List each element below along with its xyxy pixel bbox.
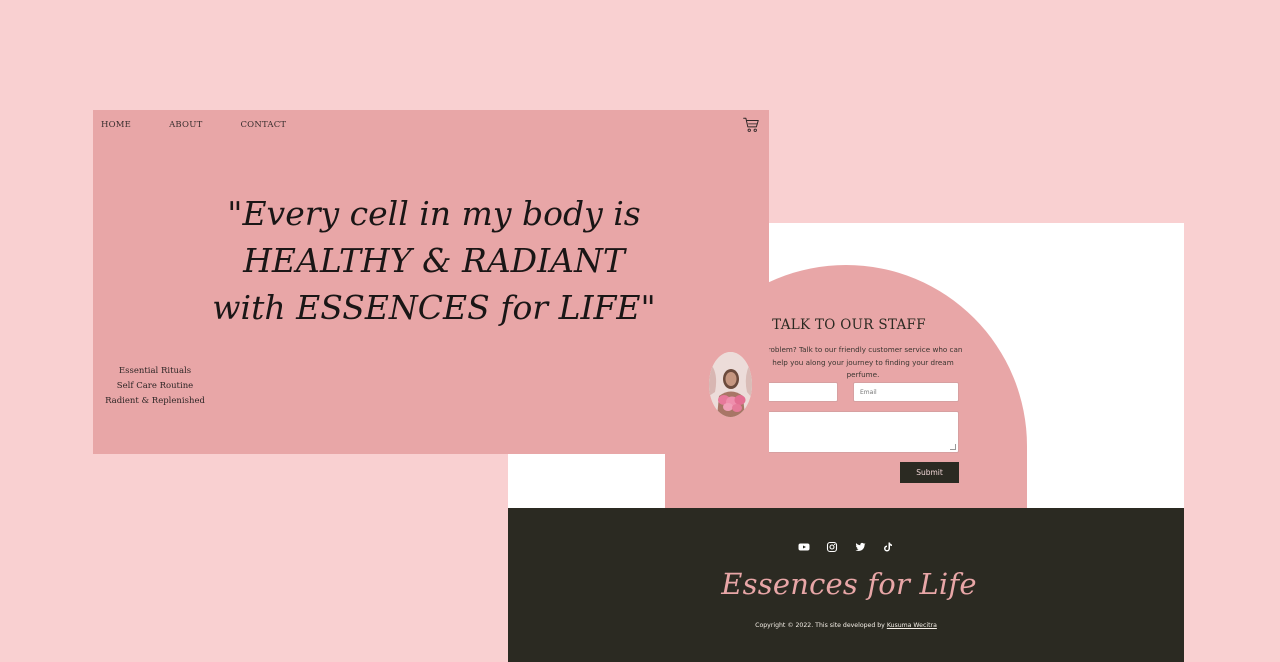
email-field[interactable] bbox=[853, 382, 959, 402]
ritual-item: Essential Rituals bbox=[118, 366, 192, 376]
instagram-icon[interactable] bbox=[826, 541, 838, 553]
youtube-icon[interactable] bbox=[798, 541, 810, 553]
cart-icon[interactable] bbox=[742, 116, 761, 134]
message-field[interactable] bbox=[766, 411, 959, 453]
twitter-icon[interactable] bbox=[854, 541, 866, 553]
developer-link[interactable]: Kusuma Wecitra bbox=[887, 622, 937, 629]
social-links bbox=[798, 540, 894, 554]
contact-description: Problem? Talk to our friendly customer s… bbox=[763, 345, 963, 379]
hero-quote: "Every cell in my body is HEALTHY & RADI… bbox=[93, 190, 769, 331]
ritual-item: Self Care Routine bbox=[116, 381, 194, 391]
hero-quote-line: with ESSENCES for LIFE" bbox=[212, 288, 656, 327]
nav-about[interactable]: ABOUT bbox=[169, 120, 202, 130]
top-nav: HOME ABOUT CONTACT bbox=[101, 119, 324, 131]
footer-brand: Essences for Life bbox=[721, 567, 977, 601]
footer: Essences for Life Copyright © 2022. This… bbox=[508, 508, 1184, 662]
name-field[interactable] bbox=[766, 382, 838, 402]
ritual-list: Essential Rituals Self Care Routine Radi… bbox=[103, 364, 207, 409]
nav-home[interactable]: HOME bbox=[101, 120, 131, 130]
ritual-item: Radient & Replenished bbox=[105, 396, 205, 406]
tiktok-icon[interactable] bbox=[882, 541, 894, 553]
submit-button[interactable]: Submit bbox=[900, 462, 959, 483]
copyright-prefix: Copyright © 2022. This site developed by bbox=[755, 622, 887, 629]
staff-portrait-image bbox=[709, 352, 752, 417]
page-canvas: TALK TO OUR STAFF Problem? Talk to our f… bbox=[0, 0, 1280, 662]
resize-grip-icon[interactable] bbox=[950, 444, 956, 450]
portrait-illustration bbox=[709, 352, 752, 417]
hero-page-preview: HOME ABOUT CONTACT "Every cell in my bod… bbox=[93, 110, 769, 454]
copyright-text: Copyright © 2022. This site developed by… bbox=[508, 622, 1184, 629]
nav-contact[interactable]: CONTACT bbox=[240, 120, 286, 130]
hero-quote-line: HEALTHY & RADIANT bbox=[243, 241, 625, 280]
hero-quote-line: "Every cell in my body is bbox=[227, 194, 641, 233]
